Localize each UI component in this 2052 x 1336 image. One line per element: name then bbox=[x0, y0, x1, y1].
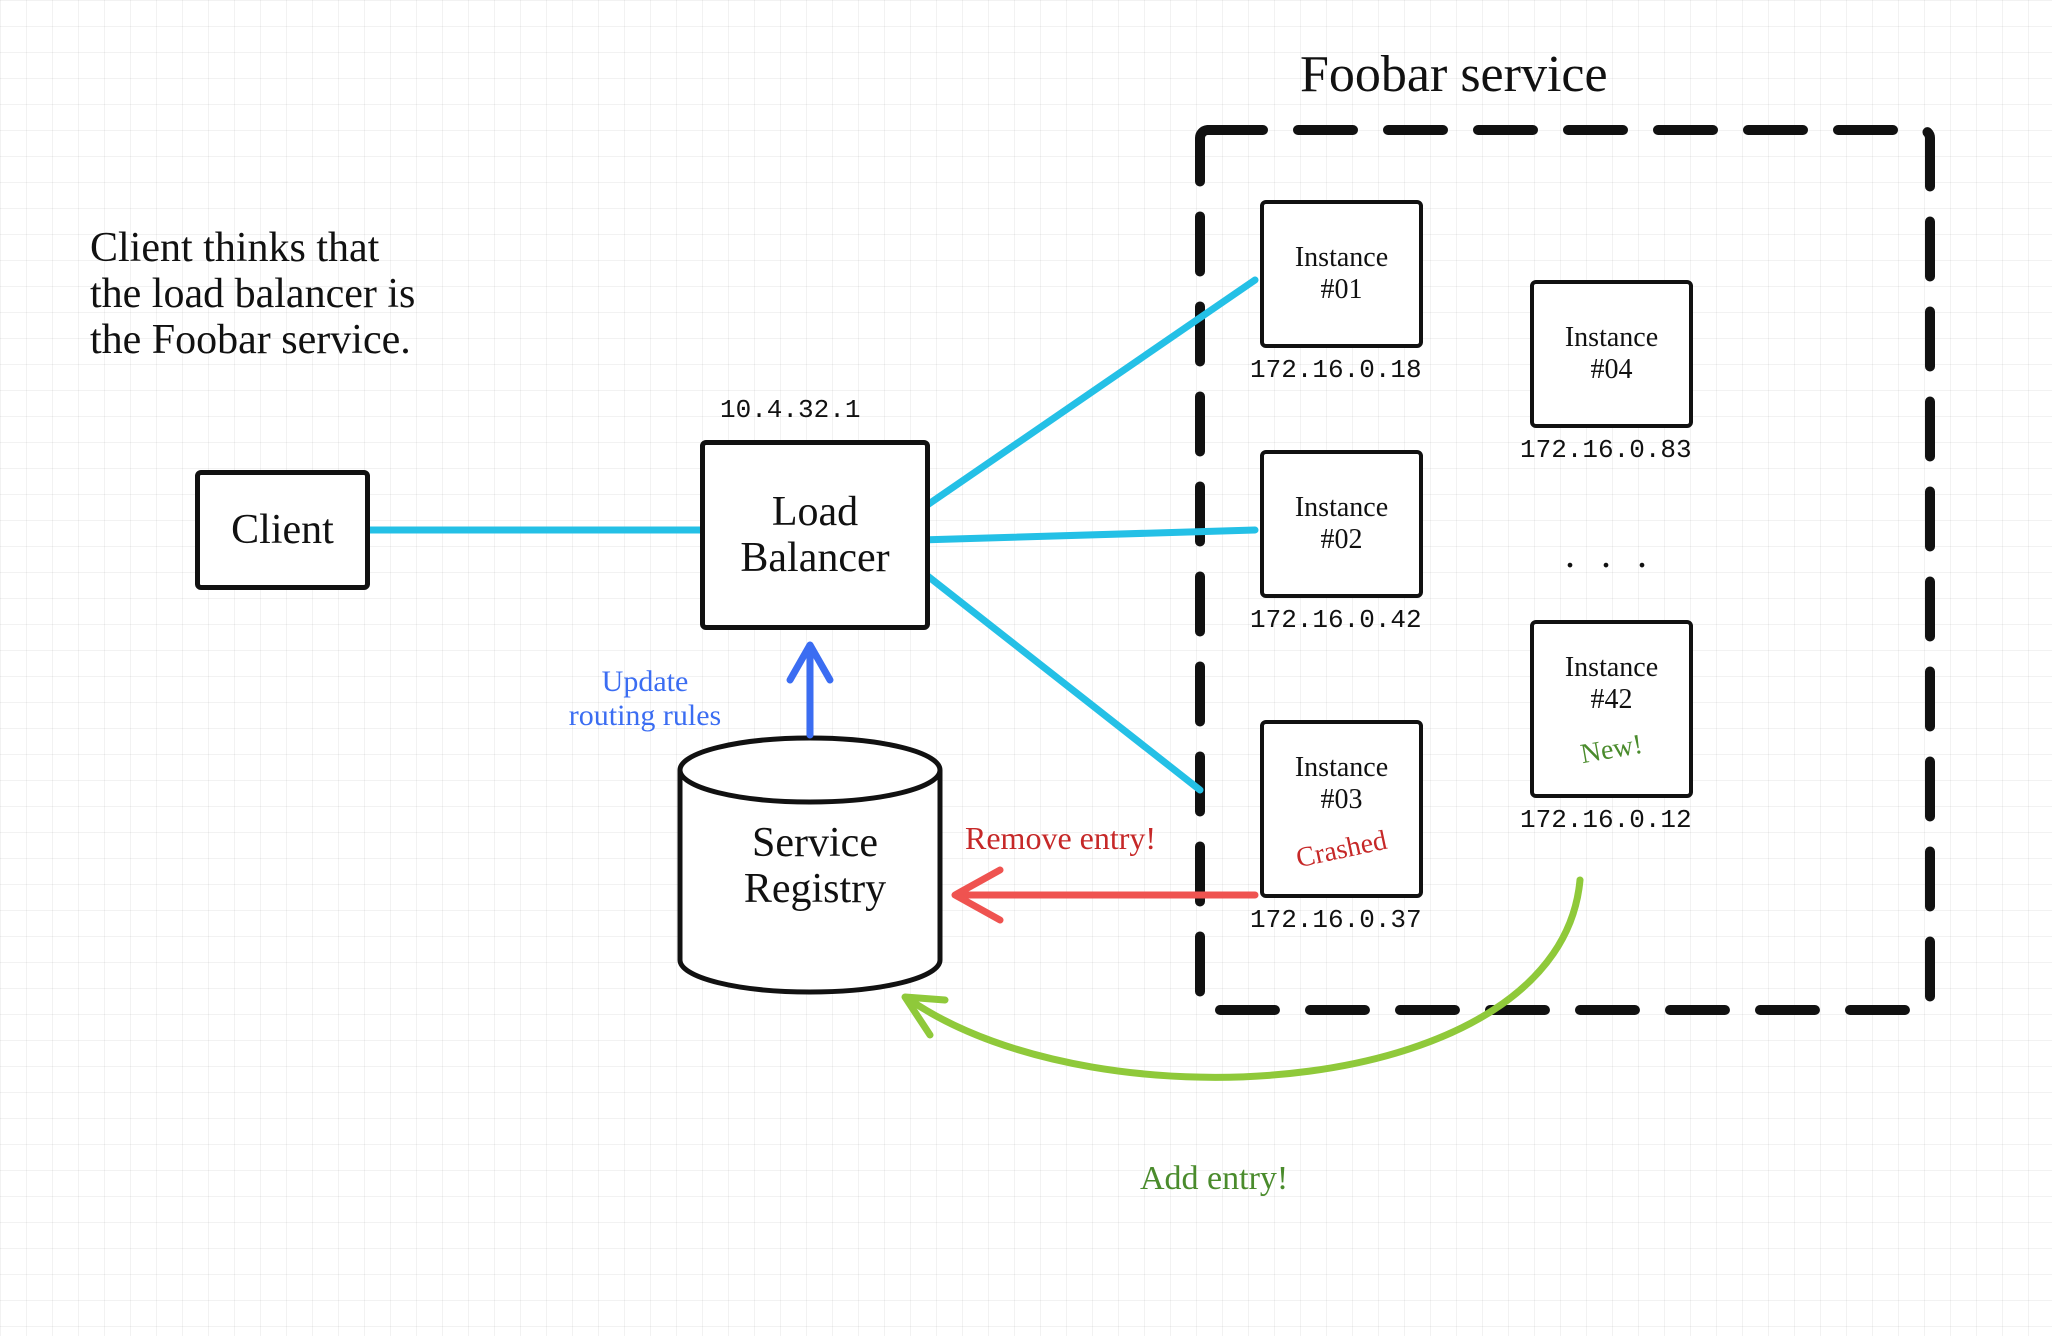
client-box: Client bbox=[195, 470, 370, 590]
client-label: Client bbox=[231, 507, 334, 553]
service-registry-label: Service Registry bbox=[720, 820, 910, 912]
instance-42-name: Instance #42 bbox=[1565, 652, 1658, 716]
instance-42-ip: 172.16.0.12 bbox=[1520, 805, 1692, 835]
instance-02-name: Instance #02 bbox=[1295, 492, 1388, 556]
link-lb-i3 bbox=[920, 570, 1200, 790]
link-lb-i2 bbox=[920, 530, 1255, 540]
load-balancer-box: Load Balancer bbox=[700, 440, 930, 630]
instance-03-ip: 172.16.0.37 bbox=[1250, 905, 1422, 935]
update-label: Update routing rules bbox=[530, 665, 760, 733]
arrow-remove bbox=[955, 870, 1255, 920]
service-group-title: Foobar service bbox=[1300, 45, 1608, 104]
instance-02-ip: 172.16.0.42 bbox=[1250, 605, 1422, 635]
instance-04-box: Instance #04 bbox=[1530, 280, 1693, 428]
instance-03-box: Instance #03 Crashed bbox=[1260, 720, 1423, 898]
connections-layer bbox=[0, 0, 2052, 1336]
instance-01-ip: 172.16.0.18 bbox=[1250, 355, 1422, 385]
instance-04-ip: 172.16.0.83 bbox=[1520, 435, 1692, 465]
instance-42-box: Instance #42 New! bbox=[1530, 620, 1693, 798]
instance-03-name: Instance #03 bbox=[1295, 752, 1388, 816]
instance-04-name: Instance #04 bbox=[1565, 322, 1658, 386]
remove-label: Remove entry! bbox=[965, 820, 1156, 857]
arrow-add bbox=[905, 880, 1580, 1077]
caption-text: Client thinks that the load balancer is … bbox=[90, 225, 650, 364]
instance-01-name: Instance #01 bbox=[1295, 242, 1388, 306]
instance-02-box: Instance #02 bbox=[1260, 450, 1423, 598]
lb-ip: 10.4.32.1 bbox=[720, 395, 860, 425]
lb-label: Load Balancer bbox=[740, 489, 889, 581]
link-lb-i1 bbox=[920, 280, 1255, 510]
arrow-update bbox=[790, 645, 830, 735]
instance-03-status: Crashed bbox=[1293, 825, 1391, 876]
instance-42-status: New! bbox=[1563, 726, 1660, 774]
ellipsis: . . . bbox=[1565, 530, 1655, 577]
add-label: Add entry! bbox=[1140, 1160, 1288, 1198]
instance-01-box: Instance #01 bbox=[1260, 200, 1423, 348]
